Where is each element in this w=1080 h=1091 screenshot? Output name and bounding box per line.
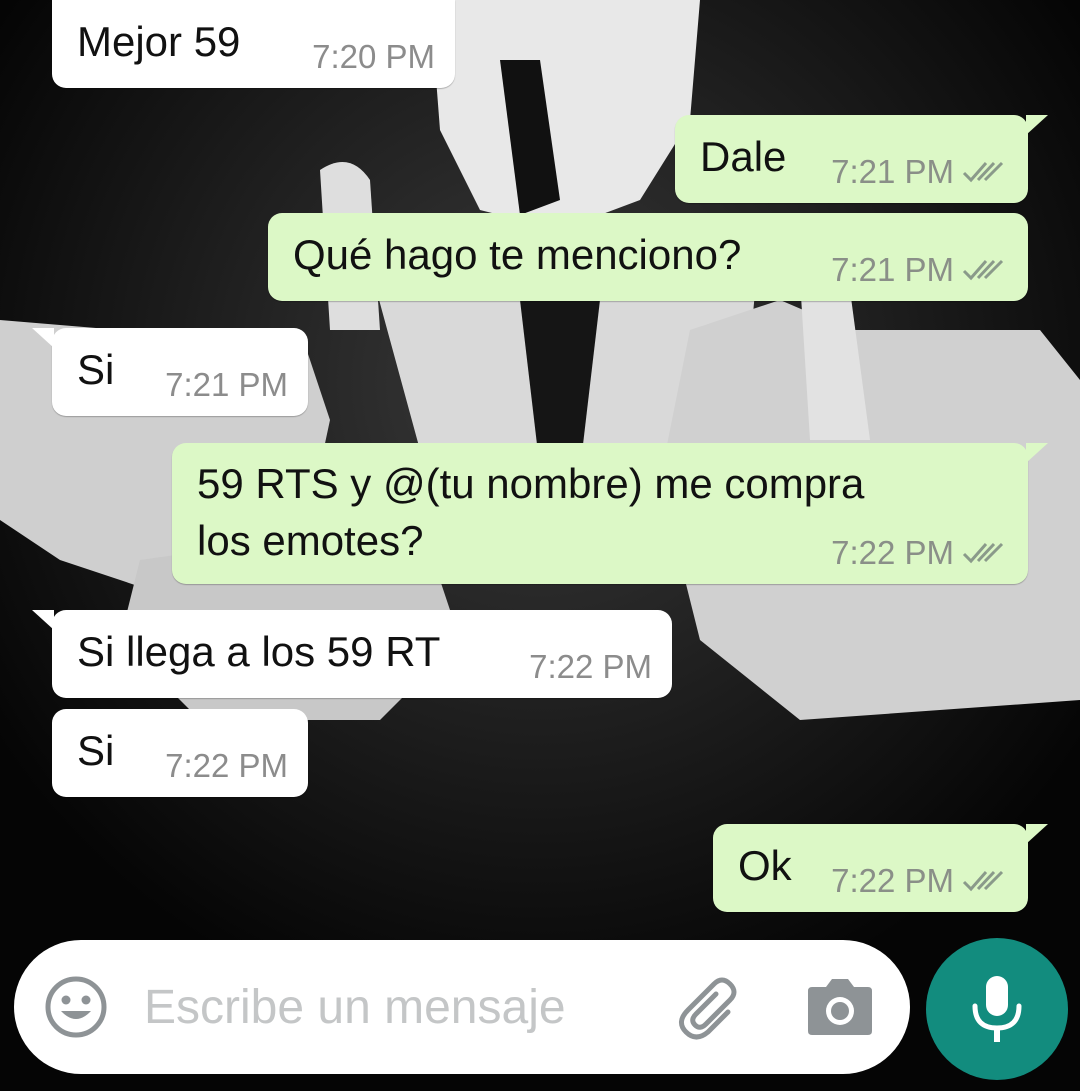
- message-text: los emotes?: [197, 517, 424, 564]
- message-time: 7:21 PM: [165, 366, 288, 403]
- message-meta: 7:22 PM: [529, 648, 652, 686]
- double-check-icon: [962, 870, 1004, 892]
- double-check-icon: [962, 161, 1004, 183]
- message-meta: 7:21 PM: [831, 153, 1008, 191]
- message-text: Qué hago te menciono?: [293, 231, 742, 278]
- message-time: 7:22 PM: [529, 648, 652, 685]
- microphone-icon: [972, 976, 1022, 1042]
- message-text: Si: [77, 727, 115, 774]
- message-text: 59 RTS y @(tu nombre) me compra: [197, 460, 865, 507]
- paperclip-icon[interactable]: [676, 974, 746, 1044]
- message-meta: 7:22 PM: [831, 534, 1008, 572]
- message-text: Dale: [700, 133, 787, 180]
- bubble-tail: [1026, 824, 1048, 844]
- message-text: Ok: [738, 842, 792, 889]
- message-bubble-outgoing[interactable]: Ok 7:22 PM: [713, 824, 1048, 912]
- message-meta: 7:20 PM: [312, 38, 435, 76]
- message-composer: [14, 940, 910, 1074]
- bubble-tail: [1026, 115, 1048, 135]
- message-meta: 7:21 PM: [831, 251, 1008, 289]
- message-input[interactable]: [144, 972, 664, 1042]
- message-bubble-outgoing[interactable]: Qué hago te menciono? 7:21 PM: [268, 213, 1028, 301]
- message-meta: 7:21 PM: [165, 366, 288, 404]
- message-bubble-outgoing[interactable]: 59 RTS y @(tu nombre) me compra los emot…: [172, 443, 1048, 584]
- camera-icon[interactable]: [806, 977, 874, 1037]
- message-bubble-incoming[interactable]: Si 7:22 PM: [52, 709, 308, 797]
- message-time: 7:20 PM: [312, 38, 435, 75]
- message-time: 7:21 PM: [831, 153, 954, 190]
- bubble-tail: [1026, 443, 1048, 463]
- chat-screen: Mejor 59 7:20 PM Dale 7:21 PM Qué hago t…: [0, 0, 1080, 1091]
- smiley-icon[interactable]: [44, 975, 108, 1039]
- message-bubble-outgoing[interactable]: Dale 7:21 PM: [675, 115, 1048, 203]
- microphone-button[interactable]: [926, 938, 1068, 1080]
- bubble-tail: [32, 328, 54, 348]
- message-meta: 7:22 PM: [165, 747, 288, 785]
- message-meta: 7:22 PM: [831, 862, 1008, 900]
- message-bubble-incoming[interactable]: Mejor 59 7:20 PM: [52, 0, 455, 88]
- message-bubble-incoming[interactable]: Si 7:21 PM: [32, 328, 308, 416]
- message-text: Si llega a los 59 RT: [77, 628, 441, 675]
- message-time: 7:22 PM: [831, 862, 954, 899]
- message-time: 7:22 PM: [165, 747, 288, 784]
- message-time: 7:21 PM: [831, 251, 954, 288]
- message-time: 7:22 PM: [831, 534, 954, 571]
- double-check-icon: [962, 259, 1004, 281]
- bubble-tail: [32, 610, 54, 630]
- message-text: Mejor 59: [77, 18, 241, 65]
- message-text: Si: [77, 346, 115, 393]
- message-bubble-incoming[interactable]: Si llega a los 59 RT 7:22 PM: [32, 610, 672, 698]
- double-check-icon: [962, 542, 1004, 564]
